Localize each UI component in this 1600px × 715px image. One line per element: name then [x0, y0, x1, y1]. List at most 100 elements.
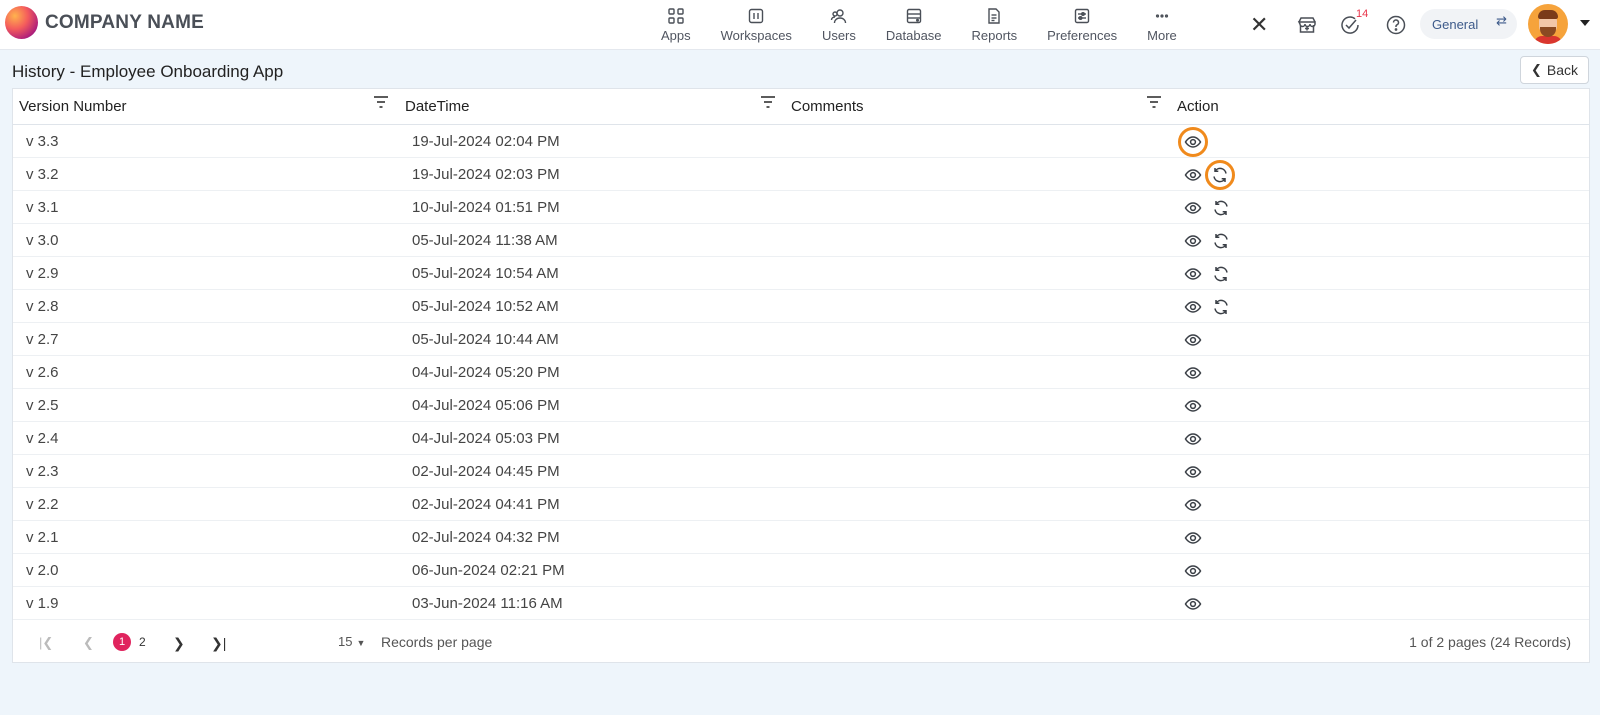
top-bar: COMPANY NAME Apps Workspaces Users Datab…: [0, 0, 1600, 50]
brand[interactable]: COMPANY NAME: [5, 6, 204, 39]
per-page-value: 15: [338, 634, 353, 649]
company-logo: [5, 6, 38, 39]
page-button-current[interactable]: 1: [113, 633, 131, 651]
view-icon[interactable]: [1182, 263, 1204, 285]
view-icon[interactable]: [1182, 329, 1204, 351]
table-row: v 2.5 04-Jul-2024 05:06 PM: [13, 389, 1589, 422]
table-row: v 3.1 10-Jul-2024 01:51 PM: [13, 191, 1589, 224]
view-icon[interactable]: [1182, 395, 1204, 417]
restore-icon[interactable]: [1210, 296, 1232, 318]
nav-preferences[interactable]: Preferences: [1032, 0, 1132, 50]
version-cell: v 2.3: [26, 463, 59, 480]
table-row: v 2.6 04-Jul-2024 05:20 PM: [13, 356, 1589, 389]
view-icon[interactable]: [1182, 428, 1204, 450]
nav-users[interactable]: Users: [807, 0, 871, 50]
view-icon[interactable]: [1178, 127, 1208, 157]
view-icon[interactable]: [1182, 560, 1204, 582]
workspace-switcher[interactable]: General ⇄: [1420, 9, 1517, 39]
store-icon: [1297, 17, 1316, 33]
nav-apps[interactable]: Apps: [646, 0, 706, 50]
more-dots-icon: [1155, 14, 1169, 18]
view-icon[interactable]: [1182, 593, 1204, 615]
nav-database[interactable]: Database: [871, 0, 957, 50]
table-row: v 2.1 02-Jul-2024 04:32 PM: [13, 521, 1589, 554]
prev-page-icon[interactable]: ❮: [83, 635, 94, 651]
column-header-datetime: DateTime: [405, 98, 470, 115]
restore-icon[interactable]: [1205, 160, 1235, 190]
history-table: Version Number DateTime Comments Action …: [12, 88, 1590, 663]
records-per-page-select[interactable]: 15 ▼: [338, 634, 365, 649]
datetime-cell: 10-Jul-2024 01:51 PM: [412, 199, 560, 216]
datetime-cell: 05-Jul-2024 10:54 AM: [412, 265, 559, 282]
table-header: Version Number DateTime Comments Action: [13, 89, 1589, 125]
nav-reports[interactable]: Reports: [957, 0, 1033, 50]
nav-label: Reports: [971, 28, 1018, 43]
last-page-icon[interactable]: ❯|: [211, 635, 226, 652]
restore-icon[interactable]: [1210, 263, 1232, 285]
view-icon[interactable]: [1182, 362, 1204, 384]
swap-icon: ⇄: [1496, 13, 1507, 28]
records-per-page-label: Records per page: [381, 634, 493, 650]
help-icon: [1386, 15, 1406, 35]
datetime-cell: 04-Jul-2024 05:06 PM: [412, 397, 560, 414]
version-cell: v 2.6: [26, 364, 59, 381]
reports-icon: [988, 8, 1001, 24]
datetime-cell: 02-Jul-2024 04:32 PM: [412, 529, 560, 546]
datetime-cell: 05-Jul-2024 10:52 AM: [412, 298, 559, 315]
nav-workspaces[interactable]: Workspaces: [706, 0, 807, 50]
version-cell: v 3.1: [26, 199, 59, 216]
datetime-cell: 03-Jun-2024 11:16 AM: [412, 595, 563, 612]
table-row: v 1.9 03-Jun-2024 11:16 AM: [13, 587, 1589, 620]
column-header-comments: Comments: [791, 98, 864, 115]
database-icon: [906, 8, 921, 24]
page-button[interactable]: 2: [139, 635, 146, 649]
table-row: v 2.2 02-Jul-2024 04:41 PM: [13, 488, 1589, 521]
restore-icon[interactable]: [1210, 230, 1232, 252]
company-name: COMPANY NAME: [45, 11, 204, 33]
table-row: v 3.2 19-Jul-2024 02:03 PM: [13, 158, 1589, 191]
restore-icon[interactable]: [1210, 197, 1232, 219]
workspaces-icon: [749, 8, 764, 24]
column-header-action: Action: [1177, 98, 1219, 115]
avatar[interactable]: [1528, 4, 1568, 44]
users-icon: [830, 9, 847, 24]
view-icon[interactable]: [1182, 230, 1204, 252]
view-icon[interactable]: [1182, 527, 1204, 549]
nav-label: Database: [885, 28, 942, 43]
store-button[interactable]: [1294, 12, 1320, 38]
version-cell: v 2.5: [26, 397, 59, 414]
pagination: |❮ ❮ 1 2 ❯ ❯| 15 ▼ Records per page 1 of …: [13, 623, 1589, 663]
table-row: v 2.0 06-Jun-2024 02:21 PM: [13, 554, 1589, 587]
view-icon[interactable]: [1182, 164, 1204, 186]
datetime-cell: 05-Jul-2024 10:44 AM: [412, 331, 559, 348]
view-icon[interactable]: [1182, 494, 1204, 516]
table-row: v 3.0 05-Jul-2024 11:38 AM: [13, 224, 1589, 257]
nav-more[interactable]: More: [1132, 0, 1192, 50]
view-icon[interactable]: [1182, 461, 1204, 483]
table-row: v 3.3 19-Jul-2024 02:04 PM: [13, 125, 1589, 158]
first-page-icon[interactable]: |❮: [39, 635, 53, 651]
nav-label: Users: [821, 28, 856, 43]
page-title: History - Employee Onboarding App: [12, 62, 284, 81]
version-cell: v 3.2: [26, 166, 59, 183]
version-cell: v 3.3: [26, 133, 59, 150]
filter-icon[interactable]: [1146, 95, 1162, 109]
help-button[interactable]: [1383, 12, 1409, 38]
column-header-version: Version Number: [19, 98, 127, 115]
close-icon[interactable]: ✕: [1250, 12, 1268, 38]
next-page-icon[interactable]: ❯: [173, 635, 185, 652]
table-row: v 2.8 05-Jul-2024 10:52 AM: [13, 290, 1589, 323]
version-cell: v 2.9: [26, 265, 59, 282]
tasks-badge: 14: [1356, 8, 1369, 20]
datetime-cell: 19-Jul-2024 02:03 PM: [412, 166, 560, 183]
preferences-icon: [1074, 8, 1090, 24]
chevron-down-icon[interactable]: [1580, 20, 1590, 26]
datetime-cell: 05-Jul-2024 11:38 AM: [412, 232, 558, 249]
apps-grid-icon: [668, 8, 684, 24]
filter-icon[interactable]: [760, 95, 776, 109]
filter-icon[interactable]: [373, 95, 389, 109]
back-button[interactable]: ❮ Back: [1520, 56, 1589, 84]
view-icon[interactable]: [1182, 197, 1204, 219]
main-nav: Apps Workspaces Users Database Reports P…: [646, 0, 1192, 50]
view-icon[interactable]: [1182, 296, 1204, 318]
